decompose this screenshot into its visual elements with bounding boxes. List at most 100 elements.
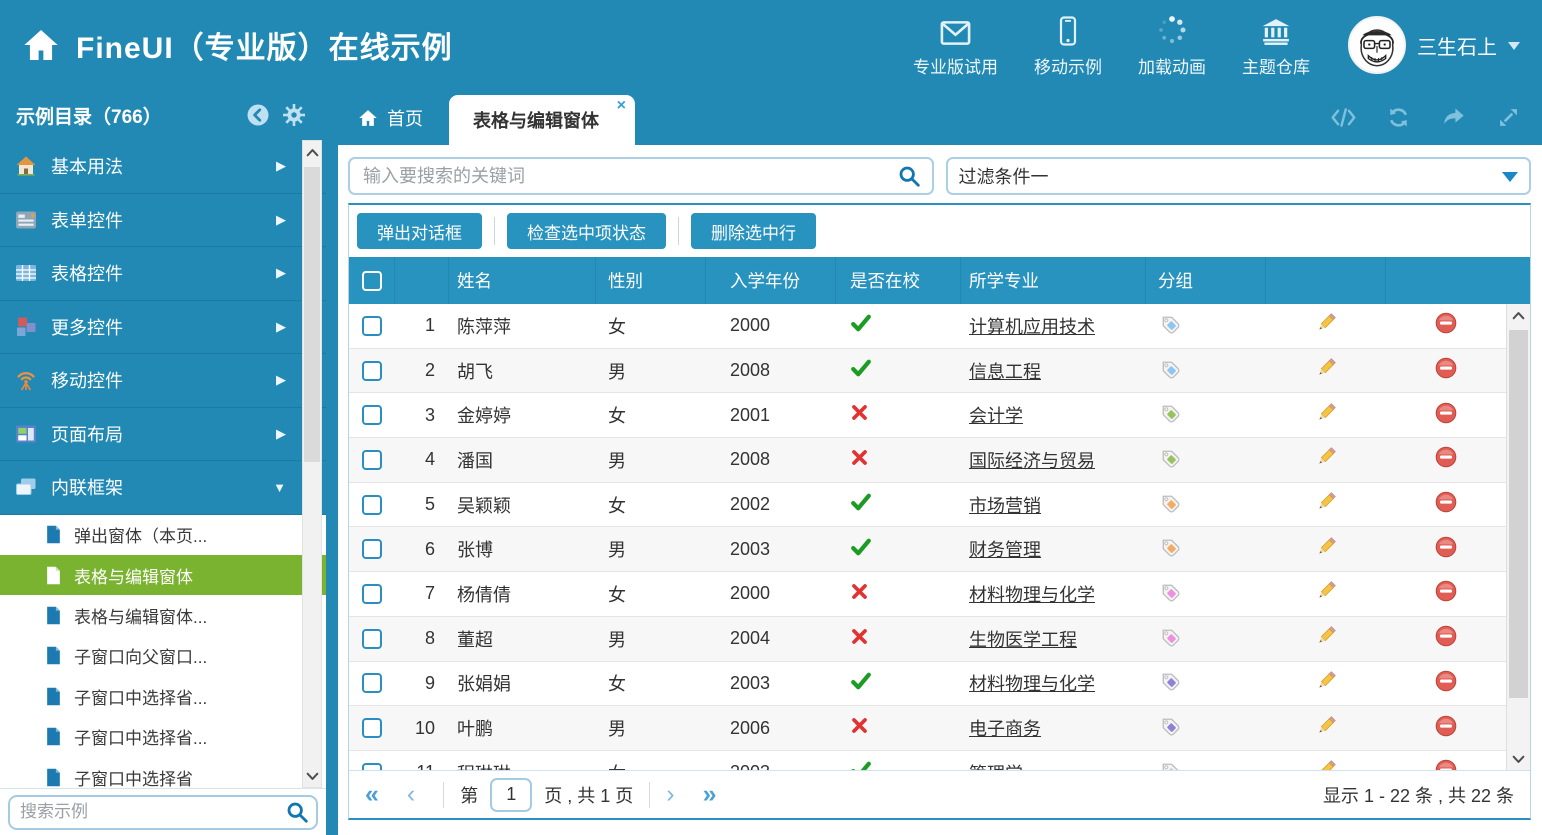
keyword-search-input[interactable]: [361, 165, 897, 188]
sidebar-item-2[interactable]: 表格与编辑窗体: [0, 555, 326, 595]
avatar[interactable]: [1348, 16, 1406, 74]
refresh-icon[interactable]: [1385, 106, 1412, 129]
major-link[interactable]: 市场营销: [969, 492, 1041, 518]
home-icon[interactable]: [22, 26, 60, 64]
fullscreen-icon[interactable]: [1495, 106, 1522, 129]
delete-row-icon[interactable]: [1434, 669, 1458, 698]
table-row[interactable]: 6张博男2003财务管理: [349, 527, 1506, 572]
major-link[interactable]: 生物医学工程: [969, 626, 1077, 652]
table-row[interactable]: 9张娟娟女2003材料物理与化学: [349, 662, 1506, 707]
edit-pencil-icon[interactable]: [1314, 535, 1338, 564]
row-checkbox[interactable]: [362, 718, 382, 738]
share-icon[interactable]: [1440, 106, 1467, 129]
source-code-icon[interactable]: [1330, 106, 1357, 129]
nav-item-mobile[interactable]: 移动示例: [1034, 12, 1102, 78]
major-link[interactable]: 国际经济与贸易: [969, 447, 1095, 473]
delete-row-icon[interactable]: [1434, 445, 1458, 474]
delete-row-icon[interactable]: [1434, 401, 1458, 430]
nav-item-trial[interactable]: 专业版试用: [913, 12, 998, 78]
sidebar-item-5[interactable]: 子窗口中选择省...: [0, 676, 326, 716]
sidebar-scrollbar[interactable]: [302, 140, 322, 788]
scroll-up-icon[interactable]: [1507, 306, 1530, 324]
edit-pencil-icon[interactable]: [1314, 490, 1338, 519]
first-page-button[interactable]: «: [365, 782, 379, 807]
major-link[interactable]: 材料物理与化学: [969, 670, 1095, 696]
scroll-down-icon[interactable]: [1507, 750, 1530, 768]
delete-row-icon[interactable]: [1434, 714, 1458, 743]
close-icon[interactable]: ×: [617, 98, 626, 114]
sidebar-item-7[interactable]: 子窗口中选择省: [0, 757, 326, 788]
delete-row-icon[interactable]: [1434, 356, 1458, 385]
sidebar-group-3[interactable]: 表格控件▶: [0, 247, 326, 301]
row-checkbox[interactable]: [362, 316, 382, 336]
edit-pencil-icon[interactable]: [1314, 669, 1338, 698]
row-checkbox[interactable]: [362, 361, 382, 381]
row-checkbox[interactable]: [362, 763, 382, 770]
search-icon[interactable]: [285, 800, 309, 824]
grid-scrollbar-thumb[interactable]: [1509, 330, 1528, 698]
edit-pencil-icon[interactable]: [1314, 311, 1338, 340]
major-link[interactable]: 材料物理与化学: [969, 581, 1095, 607]
edit-pencil-icon[interactable]: [1314, 714, 1338, 743]
edit-pencil-icon[interactable]: [1314, 401, 1338, 430]
major-link[interactable]: 会计学: [969, 402, 1023, 428]
tab-home[interactable]: 首页: [338, 90, 449, 145]
row-checkbox[interactable]: [362, 673, 382, 693]
edit-pencil-icon[interactable]: [1314, 758, 1338, 770]
table-row[interactable]: 7杨倩倩女2000材料物理与化学: [349, 572, 1506, 617]
grid-scrollbar[interactable]: [1506, 304, 1530, 770]
nav-item-theme[interactable]: 主题仓库: [1242, 12, 1310, 78]
row-checkbox[interactable]: [362, 450, 382, 470]
sidebar-item-4[interactable]: 子窗口向父窗口...: [0, 636, 326, 676]
delete-row-icon[interactable]: [1434, 624, 1458, 653]
table-row[interactable]: 10叶鹏男2006电子商务: [349, 706, 1506, 751]
table-row[interactable]: 2胡飞男2008信息工程: [349, 349, 1506, 394]
edit-pencil-icon[interactable]: [1314, 356, 1338, 385]
page-number-input[interactable]: [490, 778, 532, 812]
major-link[interactable]: 管理学: [969, 760, 1023, 770]
last-page-button[interactable]: »: [703, 782, 717, 807]
edit-pencil-icon[interactable]: [1314, 445, 1338, 474]
major-link[interactable]: 计算机应用技术: [969, 313, 1095, 339]
delete-row-icon[interactable]: [1434, 758, 1458, 770]
sidebar-item-1[interactable]: 弹出窗体（本页...: [0, 515, 326, 555]
row-checkbox[interactable]: [362, 584, 382, 604]
table-row[interactable]: 3金婷婷女2001会计学: [349, 393, 1506, 438]
row-checkbox[interactable]: [362, 405, 382, 425]
row-checkbox[interactable]: [362, 629, 382, 649]
user-menu[interactable]: 三生石上: [1348, 16, 1520, 74]
sidebar-item-6[interactable]: 子窗口中选择省...: [0, 716, 326, 756]
delete-row-icon[interactable]: [1434, 535, 1458, 564]
prev-page-button[interactable]: ‹: [407, 782, 415, 807]
sidebar-group-6[interactable]: 页面布局▶: [0, 408, 326, 462]
major-link[interactable]: 电子商务: [969, 715, 1041, 741]
sidebar-search-input[interactable]: [10, 801, 285, 823]
delete-row-icon[interactable]: [1434, 490, 1458, 519]
gear-icon[interactable]: [282, 103, 306, 127]
sidebar-group-4[interactable]: 更多控件▶: [0, 301, 326, 355]
scroll-down-icon[interactable]: [303, 767, 321, 785]
edit-pencil-icon[interactable]: [1314, 579, 1338, 608]
select-all-checkbox[interactable]: [362, 271, 382, 291]
delete-row-icon[interactable]: [1434, 311, 1458, 340]
scroll-up-icon[interactable]: [303, 143, 321, 161]
sidebar-group-2[interactable]: 表单控件▶: [0, 194, 326, 248]
table-row[interactable]: 5吴颖颖女2002市场营销: [349, 483, 1506, 528]
delete-selected-button[interactable]: 删除选中行: [691, 213, 816, 249]
sidebar-splitter[interactable]: [326, 90, 338, 835]
sidebar-group-1[interactable]: 基本用法▶: [0, 140, 326, 194]
sidebar-group-7[interactable]: 内联框架▼: [0, 461, 326, 515]
table-row[interactable]: 11程琳琳女2003管理学: [349, 751, 1506, 770]
major-link[interactable]: 财务管理: [969, 536, 1041, 562]
row-checkbox[interactable]: [362, 495, 382, 515]
open-dialog-button[interactable]: 弹出对话框: [357, 213, 482, 249]
row-checkbox[interactable]: [362, 539, 382, 559]
table-row[interactable]: 4潘国男2008国际经济与贸易: [349, 438, 1506, 483]
major-link[interactable]: 信息工程: [969, 358, 1041, 384]
tab-active[interactable]: 表格与编辑窗体 ×: [449, 95, 635, 145]
filter-dropdown[interactable]: 过滤条件一: [946, 157, 1532, 195]
check-selected-button[interactable]: 检查选中项状态: [507, 213, 666, 249]
nav-item-loading[interactable]: 加载动画: [1138, 12, 1206, 78]
edit-pencil-icon[interactable]: [1314, 624, 1338, 653]
search-icon[interactable]: [897, 164, 921, 188]
